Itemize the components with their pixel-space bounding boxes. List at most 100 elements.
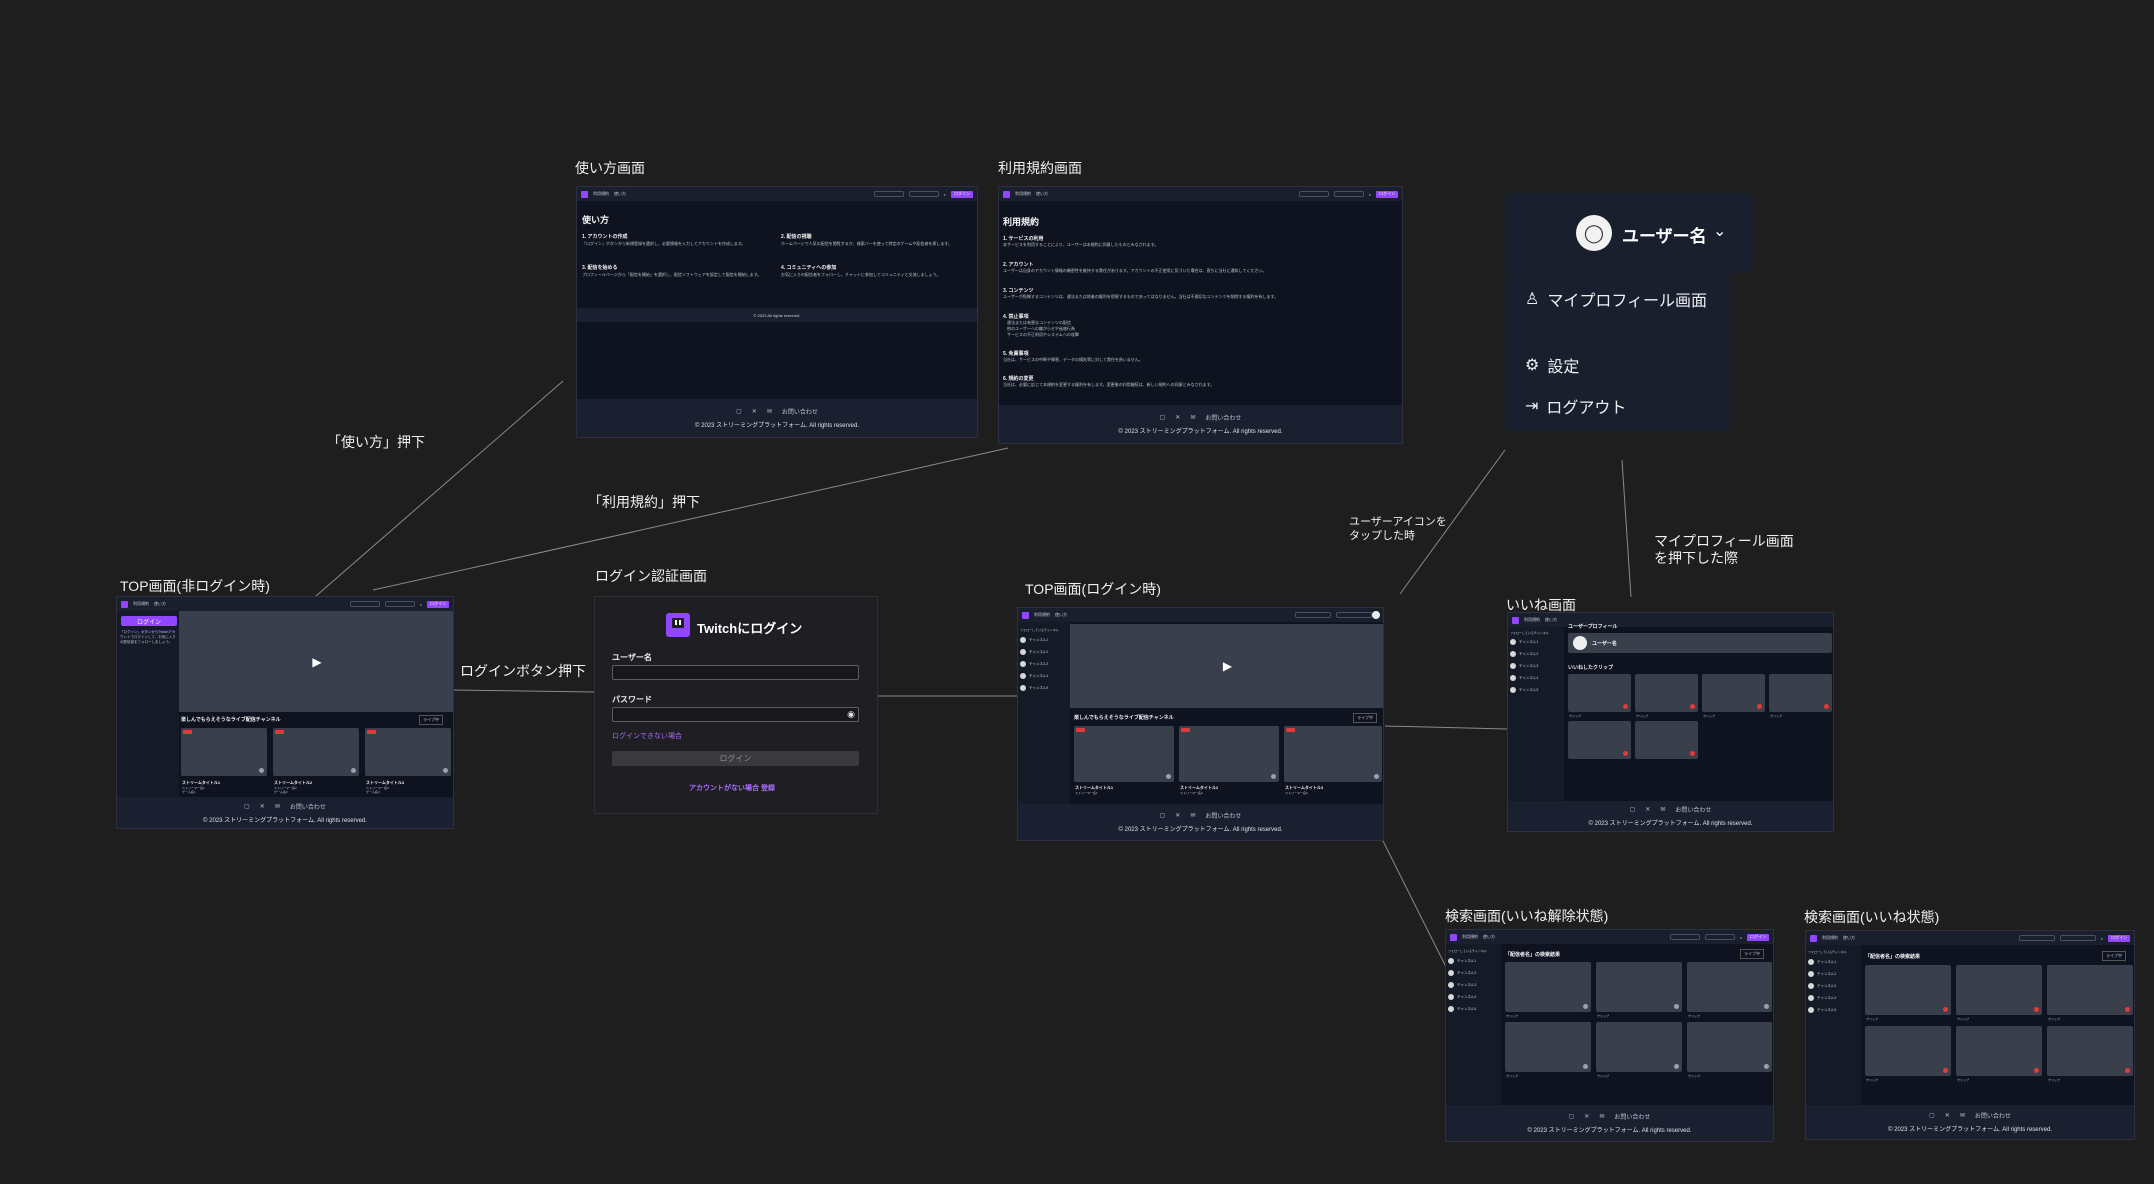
heart-icon[interactable] xyxy=(2034,1007,2039,1012)
contact-link[interactable]: お問い合わせ xyxy=(1205,413,1241,422)
heart-icon[interactable] xyxy=(1583,1064,1588,1069)
heart-icon[interactable] xyxy=(2125,1068,2130,1073)
stream-thumbnail[interactable] xyxy=(1505,1022,1591,1072)
play-icon[interactable]: ▶ xyxy=(312,655,321,669)
stream-thumbnail[interactable] xyxy=(273,728,359,776)
sidebar-channel[interactable]: チャンネル2 xyxy=(1510,651,1538,657)
nav-login-button[interactable]: ログイン xyxy=(1376,190,1398,198)
discord-icon[interactable]: ▢ xyxy=(1630,806,1636,813)
heart-icon[interactable] xyxy=(1690,751,1695,756)
discord-icon[interactable]: ▢ xyxy=(1929,1112,1935,1119)
nav-link-terms[interactable]: 利用規約 xyxy=(133,601,149,607)
stream-thumbnail[interactable] xyxy=(365,728,451,776)
clip-thumbnail[interactable] xyxy=(1702,674,1765,712)
nav-link-usage[interactable]: 使い方 xyxy=(1055,612,1067,618)
sidebar-channel[interactable]: チャンネル2 xyxy=(1020,649,1048,655)
sidebar-channel[interactable]: チャンネル3 xyxy=(1808,983,1836,989)
heart-icon[interactable] xyxy=(1374,774,1379,779)
chevron-down-icon[interactable]: ⌄ xyxy=(1713,221,1726,241)
sort-select[interactable]: ライブ中 xyxy=(1740,949,1764,959)
sort-select[interactable]: ライブ中 xyxy=(1353,713,1377,723)
stream-thumbnail[interactable] xyxy=(1687,962,1772,1012)
sidebar-channel[interactable]: チャンネル5 xyxy=(1448,1006,1476,1012)
nav-link-terms[interactable]: 利用規約 xyxy=(1034,612,1050,618)
search-icon[interactable]: ⌕ xyxy=(944,192,946,197)
nav-link-usage[interactable]: 使い方 xyxy=(614,191,626,197)
mail-icon[interactable]: ✉ xyxy=(275,803,280,810)
search-input[interactable] xyxy=(873,191,904,197)
search-icon[interactable]: ⌕ xyxy=(2101,936,2103,941)
password-field[interactable]: ◉ xyxy=(612,707,859,722)
stream-thumbnail[interactable] xyxy=(1596,962,1682,1012)
x-icon[interactable]: ✕ xyxy=(1945,1112,1950,1119)
discord-icon[interactable]: ▢ xyxy=(244,803,250,810)
sidebar-channel[interactable]: チャンネル2 xyxy=(1808,971,1836,977)
x-icon[interactable]: ✕ xyxy=(1584,1113,1589,1120)
search-input-2[interactable] xyxy=(2059,935,2096,941)
search-icon[interactable]: ⌕ xyxy=(420,602,422,607)
search-input-2[interactable] xyxy=(384,601,415,607)
stream-thumbnail[interactable] xyxy=(2047,965,2133,1015)
nav-link-usage[interactable]: 使い方 xyxy=(1545,617,1557,623)
search-input[interactable] xyxy=(1669,934,1700,940)
stream-thumbnail[interactable] xyxy=(1865,1026,1951,1076)
contact-link[interactable]: お問い合わせ xyxy=(1975,1111,2011,1120)
stream-thumbnail[interactable] xyxy=(1956,1026,2042,1076)
search-input-2[interactable] xyxy=(908,191,939,197)
clip-thumbnail[interactable] xyxy=(1568,674,1631,712)
clip-thumbnail[interactable] xyxy=(1635,721,1698,759)
menu-item-myprofile[interactable]: ♙ マイプロフィール画面 xyxy=(1525,287,1707,311)
mail-icon[interactable]: ✉ xyxy=(1190,812,1195,819)
heart-icon[interactable] xyxy=(1674,1004,1679,1009)
stream-thumbnail[interactable] xyxy=(2047,1026,2133,1076)
heart-icon[interactable] xyxy=(1623,704,1628,709)
discord-icon[interactable]: ▢ xyxy=(1160,812,1166,819)
stream-thumbnail[interactable] xyxy=(1596,1022,1682,1072)
search-input[interactable] xyxy=(349,601,380,607)
heart-icon[interactable] xyxy=(1824,704,1829,709)
stream-thumbnail[interactable] xyxy=(1956,965,2042,1015)
clip-thumbnail[interactable] xyxy=(1568,721,1631,759)
login-submit-button[interactable]: ログイン xyxy=(612,751,859,766)
heart-icon[interactable] xyxy=(1757,704,1762,709)
heart-icon[interactable] xyxy=(351,768,356,773)
nav-link-terms[interactable]: 利用規約 xyxy=(1015,191,1031,197)
signup-link[interactable]: アカウントがない場合 登録 xyxy=(689,783,775,793)
user-avatar-icon[interactable]: ◯ xyxy=(1576,215,1612,251)
heart-icon[interactable] xyxy=(1271,774,1276,779)
play-icon[interactable]: ▶ xyxy=(1223,659,1232,673)
sidebar-channel[interactable]: チャンネル1 xyxy=(1020,637,1048,643)
contact-link[interactable]: お問い合わせ xyxy=(1614,1112,1650,1121)
contact-link[interactable]: お問い合わせ xyxy=(1675,805,1711,814)
x-icon[interactable]: ✕ xyxy=(1645,806,1650,813)
heart-icon[interactable] xyxy=(1690,704,1695,709)
heart-icon[interactable] xyxy=(1943,1007,1948,1012)
search-input-2[interactable] xyxy=(1704,934,1735,940)
heart-icon[interactable] xyxy=(1764,1064,1769,1069)
sidebar-channel[interactable]: チャンネル4 xyxy=(1510,675,1538,681)
heart-icon[interactable] xyxy=(2125,1007,2130,1012)
sidebar-channel[interactable]: チャンネル4 xyxy=(1808,995,1836,1001)
sidebar-channel[interactable]: チャンネル5 xyxy=(1808,1007,1836,1013)
nav-link-terms[interactable]: 利用規約 xyxy=(1822,935,1838,941)
nav-link-usage[interactable]: 使い方 xyxy=(1036,191,1048,197)
sidebar-channel[interactable]: チャンネル1 xyxy=(1808,959,1836,965)
nav-link-terms[interactable]: 利用規約 xyxy=(1524,617,1540,623)
stream-thumbnail[interactable] xyxy=(1074,726,1174,782)
discord-icon[interactable]: ▢ xyxy=(1569,1113,1575,1120)
mail-icon[interactable]: ✉ xyxy=(767,408,772,415)
heart-icon[interactable] xyxy=(1674,1064,1679,1069)
sidebar-channel[interactable]: チャンネル1 xyxy=(1448,958,1476,964)
x-icon[interactable]: ✕ xyxy=(1175,414,1180,421)
sidebar-channel[interactable]: チャンネル1 xyxy=(1510,639,1538,645)
heart-icon[interactable] xyxy=(1166,774,1171,779)
sidebar-channel[interactable]: チャンネル4 xyxy=(1448,994,1476,1000)
sort-select[interactable]: ライブ中 xyxy=(419,715,443,725)
stream-thumbnail[interactable] xyxy=(1687,1022,1772,1072)
sort-select[interactable]: ライブ中 xyxy=(2102,951,2126,961)
clip-thumbnail[interactable] xyxy=(1769,674,1832,712)
sidebar-channel[interactable]: チャンネル5 xyxy=(1020,685,1048,691)
search-input[interactable] xyxy=(1294,612,1331,618)
heart-icon[interactable] xyxy=(2034,1068,2039,1073)
stream-thumbnail[interactable] xyxy=(1865,965,1951,1015)
